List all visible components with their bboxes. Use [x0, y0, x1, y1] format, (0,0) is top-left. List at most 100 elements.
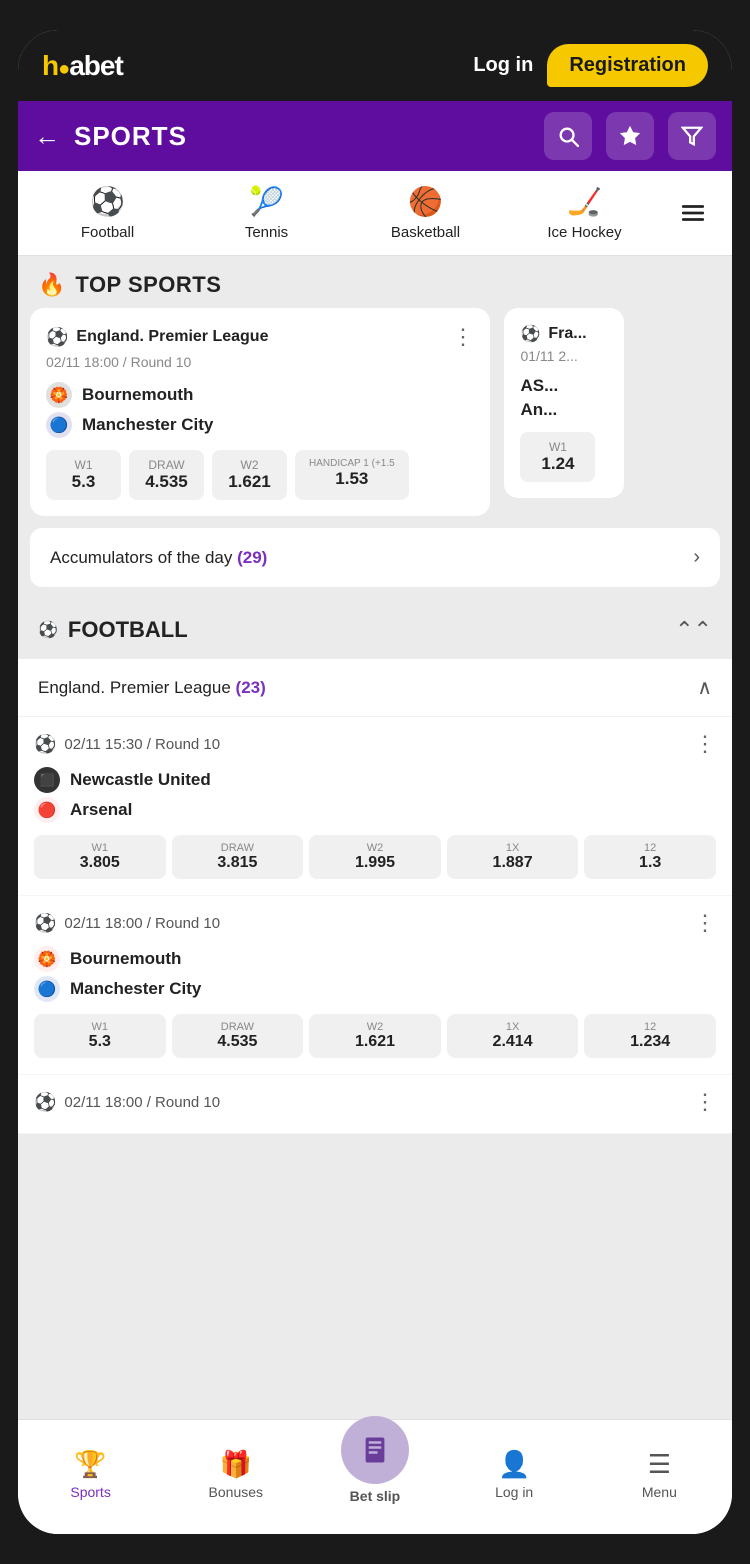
league-name: England. Premier League (23) [38, 678, 266, 698]
phone-screen: h●abet Log in Registration ← SPORTS [18, 30, 732, 1534]
sports-tab-bar: ⚽ Football 🎾 Tennis 🏀 Basketball 🏒 Ice H… [18, 171, 732, 256]
sports-header-icons [544, 112, 716, 160]
league-match-2-time: ⚽ 02/11 18:00 / Round 10 [34, 913, 220, 934]
odd-w2-value: 1.621 [228, 472, 271, 492]
m2-odd-w1[interactable]: W1 5.3 [34, 1014, 166, 1058]
football-collapse-button[interactable]: ⌃⌃ [675, 617, 712, 643]
accumulators-row[interactable]: Accumulators of the day (29) › [30, 528, 720, 587]
m1-odd-12[interactable]: 12 1.3 [584, 835, 716, 879]
team2-name: Manchester City [70, 979, 201, 999]
team2-name: Arsenal [70, 800, 132, 820]
football-section-header: ⚽ FOOTBALL ⌃⌃ [18, 601, 732, 659]
top-sports-flame-icon: 🔥 [38, 272, 65, 298]
league-match-1: ⚽ 02/11 15:30 / Round 10 ⋮ ⬛ Newcastle U… [18, 717, 732, 896]
more-sports-button[interactable] [664, 186, 722, 240]
m2-odd-draw[interactable]: DRAW 4.535 [172, 1014, 304, 1058]
league-match-1-team2: 🔴 Arsenal [34, 797, 716, 823]
bournemouth-badge: 🏵️ [34, 946, 60, 972]
odd-handicap[interactable]: HANDICAP 1 (+1.5 1.53 [295, 450, 409, 500]
sports-page-title: SPORTS [74, 121, 187, 152]
odd-handicap-label: HANDICAP 1 (+1.5 [309, 458, 395, 469]
partial-league: ⚽ Fra... [520, 324, 586, 344]
league-football-icon: ⚽ [46, 327, 68, 348]
m2-odd-1x[interactable]: 1X 2.414 [447, 1014, 579, 1058]
m1-odd-w2[interactable]: W2 1.995 [309, 835, 441, 879]
league-header[interactable]: England. Premier League (23) ∧ [18, 659, 732, 717]
top-sports-cards: ⚽ England. Premier League ⋮ 02/11 18:00 … [18, 308, 732, 528]
m1-odd-w1[interactable]: W1 3.805 [34, 835, 166, 879]
bonuses-nav-label: Bonuses [209, 1484, 263, 1500]
register-button[interactable]: Registration [547, 44, 708, 87]
ice-hockey-tab-icon: 🏒 [567, 185, 602, 218]
search-icon-button[interactable] [544, 112, 592, 160]
menu-nav-label: Menu [642, 1484, 677, 1500]
match-league-name: ⚽ England. Premier League [46, 327, 268, 348]
nav-betslip[interactable]: Bet slip [341, 1416, 409, 1504]
ice-hockey-tab-label: Ice Hockey [547, 224, 621, 241]
league-match-2-header: ⚽ 02/11 18:00 / Round 10 ⋮ [34, 910, 716, 936]
match-options-button[interactable]: ⋮ [452, 324, 474, 350]
betslip-nav-label: Bet slip [350, 1488, 401, 1504]
odd-w1-label: W1 [75, 458, 93, 472]
sports-nav-icon: 🏆 [74, 1449, 106, 1480]
odd-w2[interactable]: W2 1.621 [212, 450, 287, 500]
match-datetime: 02/11 18:00 / Round 10 [46, 354, 474, 370]
league-match-2-team1: 🏵️ Bournemouth [34, 946, 716, 972]
m2-odd-w2[interactable]: W2 1.621 [309, 1014, 441, 1058]
mancity-badge: 🔵 [34, 976, 60, 1002]
odd-draw-label: DRAW [148, 458, 184, 472]
team1-name: Bournemouth [70, 949, 181, 969]
partial-odds: W1 1.24 [520, 432, 608, 482]
league-match-1-header: ⚽ 02/11 15:30 / Round 10 ⋮ [34, 731, 716, 757]
m1-odd-draw[interactable]: DRAW 3.815 [172, 835, 304, 879]
football-section-title: FOOTBALL [68, 617, 188, 643]
nav-login[interactable]: 👤 Log in [474, 1449, 554, 1500]
back-button[interactable]: ← [34, 121, 60, 152]
bonuses-nav-icon: 🎁 [220, 1449, 252, 1480]
football-section-icon: ⚽ [38, 620, 58, 640]
odd-w1[interactable]: W1 5.3 [46, 450, 121, 500]
team1-name: Newcastle United [70, 770, 211, 790]
odd-draw[interactable]: DRAW 4.535 [129, 450, 204, 500]
sports-header: ← SPORTS [18, 101, 732, 171]
basketball-tab-label: Basketball [391, 224, 460, 241]
league-match-1-time: ⚽ 02/11 15:30 / Round 10 [34, 734, 220, 755]
league-match-2-options[interactable]: ⋮ [694, 910, 716, 936]
filter-icon-button[interactable] [668, 112, 716, 160]
brand-logo: h●abet [42, 50, 123, 82]
arsenal-badge: 🔴 [34, 797, 60, 823]
login-button[interactable]: Log in [473, 54, 533, 77]
league-match-2-icon: ⚽ [34, 913, 56, 934]
league-match-2-teams: 🏵️ Bournemouth 🔵 Manchester City [34, 946, 716, 1002]
top-bar-right: Log in Registration [473, 44, 708, 87]
m1-odd-1x[interactable]: 1X 1.887 [447, 835, 579, 879]
league-match-3-header: ⚽ 02/11 18:00 / Round 10 ⋮ [34, 1089, 716, 1115]
tab-tennis[interactable]: 🎾 Tennis [187, 171, 346, 255]
tab-ice-hockey[interactable]: 🏒 Ice Hockey [505, 171, 664, 255]
tab-basketball[interactable]: 🏀 Basketball [346, 171, 505, 255]
partial-league-icon: ⚽ [520, 324, 540, 344]
league-match-1-options[interactable]: ⋮ [694, 731, 716, 757]
partial-team1: AS... [520, 376, 608, 396]
tab-football[interactable]: ⚽ Football [28, 171, 187, 255]
nav-menu[interactable]: ☰ Menu [619, 1449, 699, 1500]
partial-datetime: 01/11 2... [520, 348, 608, 364]
partial-odd-w1[interactable]: W1 1.24 [520, 432, 595, 482]
football-tab-label: Football [81, 224, 134, 241]
top-sports-section-header: 🔥 TOP SPORTS [18, 256, 732, 308]
logo-dot: ● [58, 58, 69, 80]
league-collapse-icon: ∧ [697, 675, 712, 700]
league-match-3-partial: ⚽ 02/11 18:00 / Round 10 ⋮ [18, 1075, 732, 1134]
league-match-3-time: ⚽ 02/11 18:00 / Round 10 [34, 1092, 220, 1113]
m2-odd-12[interactable]: 12 1.234 [584, 1014, 716, 1058]
partial-team2: An... [520, 400, 608, 420]
nav-sports[interactable]: 🏆 Sports [51, 1449, 131, 1500]
odds-row: W1 5.3 DRAW 4.535 W2 1.621 HANDICAP 1 [46, 450, 474, 500]
logo-yellow-letter: h [42, 50, 58, 81]
odd-draw-value: 4.535 [145, 472, 188, 492]
favorites-icon-button[interactable] [606, 112, 654, 160]
accumulators-arrow-icon: › [693, 546, 700, 569]
league-match-3-options[interactable]: ⋮ [694, 1089, 716, 1115]
betslip-circle [341, 1416, 409, 1484]
nav-bonuses[interactable]: 🎁 Bonuses [196, 1449, 276, 1500]
